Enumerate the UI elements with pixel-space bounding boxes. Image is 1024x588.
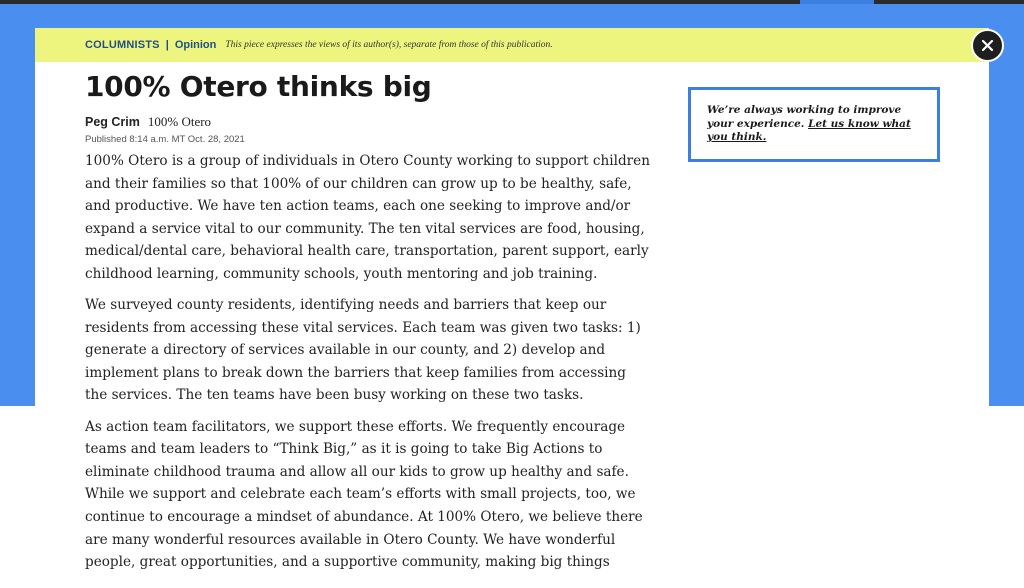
article-paragraph: 100% Otero is a group of individuals in … — [85, 153, 650, 282]
section-label[interactable]: COLUMNISTS — [85, 39, 160, 51]
published-date: Published 8:14 a.m. MT Oct. 28, 2021 — [85, 134, 245, 145]
byline: Peg Crim 100% Otero — [85, 114, 211, 130]
opinion-banner: COLUMNISTS | Opinion This piece expresse… — [35, 28, 989, 62]
author-affiliation: 100% Otero — [147, 114, 212, 129]
feedback-prompt: We’re always working to improve your exp… — [688, 87, 940, 162]
article-paragraph: We surveyed county residents, identifyin… — [85, 297, 641, 404]
article-headline: 100% Otero thinks big — [85, 70, 432, 103]
author-name[interactable]: Peg Crim — [85, 115, 140, 129]
banner-separator: | — [165, 39, 169, 51]
article-body: 100% Otero is a group of individuals in … — [85, 150, 650, 582]
close-button[interactable] — [971, 29, 1004, 62]
close-icon — [981, 39, 994, 52]
opinion-disclaimer: This piece expresses the views of its au… — [225, 40, 553, 50]
article-type-label: Opinion — [174, 39, 217, 51]
article-paragraph: As action team facilitators, we support … — [85, 418, 643, 571]
